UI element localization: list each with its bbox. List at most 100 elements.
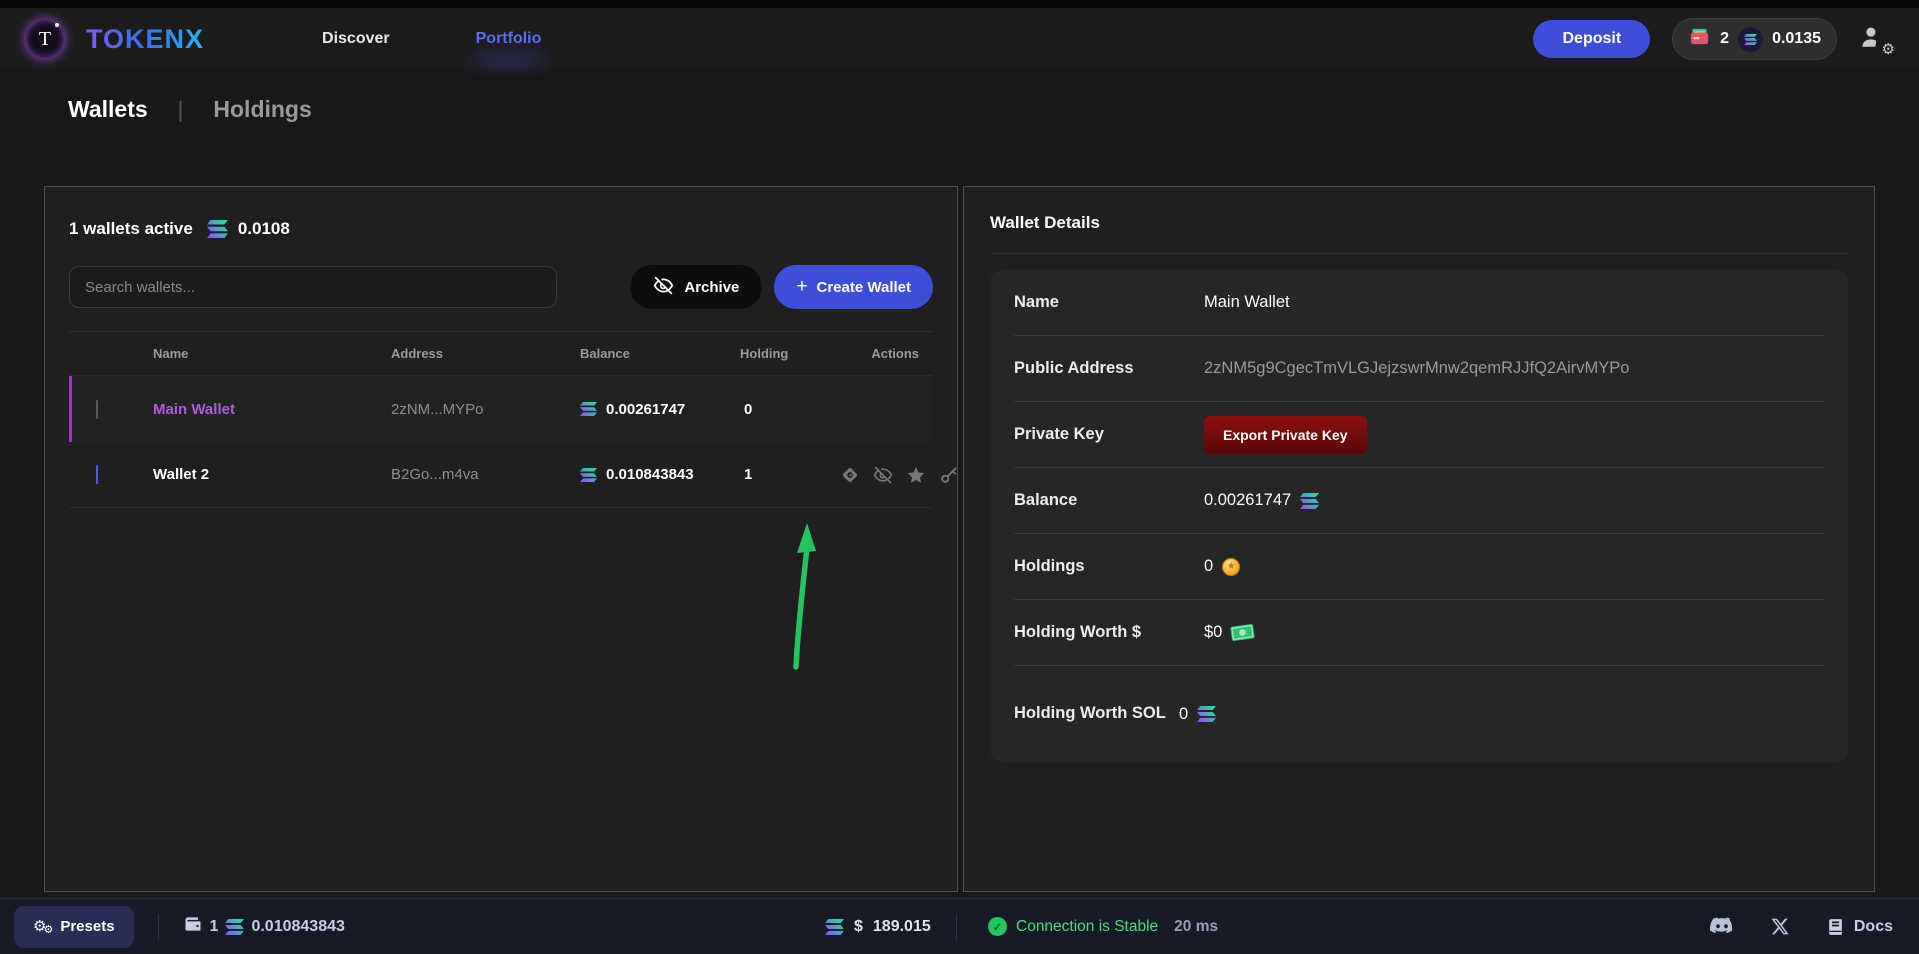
sol-icon xyxy=(1300,493,1319,509)
name-value: Main Wallet xyxy=(1204,293,1290,312)
wallet-details-panel: Wallet Details Name Main Wallet Public A… xyxy=(963,186,1875,892)
wallets-panel: 1 wallets active 0.0108 Archive + Create… xyxy=(44,186,958,892)
wallet-holding: 0 xyxy=(740,401,840,418)
app-logo[interactable]: T xyxy=(26,20,64,58)
nav-wallet-balance: 0.0135 xyxy=(1772,30,1821,48)
presets-button[interactable]: ⚙⚙ Presets xyxy=(14,906,134,948)
col-address: Address xyxy=(391,346,580,361)
create-wallet-button[interactable]: + Create Wallet xyxy=(774,265,933,309)
detail-row-public-address: Public Address 2zNM5g9CgecTmVLGJejzswrMn… xyxy=(1014,336,1824,402)
latency-value: 20 ms xyxy=(1174,918,1218,936)
export-key-icon[interactable] xyxy=(939,465,959,485)
holding-worth-usd-label: Holding Worth $ xyxy=(1014,620,1204,646)
plus-icon: + xyxy=(796,276,807,298)
tab-wallets[interactable]: Wallets xyxy=(68,96,148,123)
col-holding: Holding xyxy=(740,346,840,361)
wallet-table-header: Name Address Balance Holding Actions xyxy=(69,332,933,376)
logo-letter: T xyxy=(39,28,51,51)
connection-status: ✓ Connection is Stable 20 ms xyxy=(988,917,1218,936)
deposit-button[interactable]: Deposit xyxy=(1533,20,1650,58)
balance-label: Balance xyxy=(1014,488,1204,514)
divider xyxy=(158,914,159,940)
hide-eye-off-icon[interactable] xyxy=(873,465,893,485)
statusbar-wallet-balance: 0.010843843 xyxy=(251,918,344,936)
nav-tab-portfolio[interactable]: Portfolio xyxy=(476,30,542,48)
tab-holdings[interactable]: Holdings xyxy=(213,96,311,123)
wallet-icon xyxy=(183,914,203,939)
dollar-bill-icon xyxy=(1230,623,1255,641)
wallet-details-title: Wallet Details xyxy=(990,213,1848,233)
holding-worth-sol-value: 0 xyxy=(1179,705,1188,724)
row-actions xyxy=(840,465,973,485)
wallet-balance: 0.00261747 xyxy=(606,401,685,418)
coin-icon: ★ xyxy=(1222,558,1240,576)
row-checkbox[interactable] xyxy=(96,400,98,419)
account-settings-icon[interactable]: ⚙ xyxy=(1859,24,1893,54)
export-private-key-button[interactable]: Export Private Key xyxy=(1204,416,1367,454)
detail-row-balance: Balance 0.00261747 xyxy=(1014,468,1824,534)
detail-row-private-key: Private Key Export Private Key xyxy=(1014,402,1824,468)
statusbar-wallet-count: 1 xyxy=(210,918,219,936)
sol-icon xyxy=(825,919,844,935)
x-twitter-icon[interactable] xyxy=(1771,917,1790,936)
detail-row-name: Name Main Wallet xyxy=(1014,270,1824,336)
wallet-balance: 0.010843843 xyxy=(606,466,694,483)
table-row-main-wallet[interactable]: Main Wallet 2zNM...MYPo 0.00261747 0 xyxy=(69,376,933,442)
top-strip xyxy=(0,0,1919,8)
wallet-holding: 1 xyxy=(740,466,840,483)
gears-icon: ⚙⚙ xyxy=(33,917,50,936)
holdings-label: Holdings xyxy=(1014,554,1204,580)
wallet-address: B2Go...m4va xyxy=(391,466,580,483)
search-input[interactable] xyxy=(69,266,557,308)
social-links: Docs xyxy=(1709,917,1893,937)
archive-button[interactable]: Archive xyxy=(630,265,762,309)
col-name: Name xyxy=(153,346,391,361)
nav-tab-discover[interactable]: Discover xyxy=(322,30,390,48)
status-bar: ⚙⚙ Presets 1 0.010843843 $ 189.015 ✓ Con… xyxy=(0,898,1919,954)
detail-row-holdings: Holdings 0 ★ xyxy=(1014,534,1824,600)
holding-worth-sol-label: Holding Worth SOL xyxy=(1014,701,1179,727)
presets-label: Presets xyxy=(60,918,114,935)
discord-icon[interactable] xyxy=(1709,917,1735,936)
col-actions: Actions xyxy=(840,346,933,361)
sol-badge-icon xyxy=(1738,27,1763,52)
brand-title: TOKENX xyxy=(86,24,204,55)
wallet-name: Wallet 2 xyxy=(153,466,391,483)
public-address-value: 2zNM5g9CgecTmVLGJejzswrMnw2qemRJJfQ2Airv… xyxy=(1204,359,1629,378)
row-checkbox[interactable] xyxy=(96,465,98,484)
public-address-label: Public Address xyxy=(1014,356,1204,382)
docs-label: Docs xyxy=(1854,918,1893,936)
active-wallets-text: 1 wallets active xyxy=(69,219,193,239)
nav-wallet-count: 2 xyxy=(1720,30,1729,48)
gear-icon: ⚙ xyxy=(1882,40,1895,58)
wallet-address: 2zNM...MYPo xyxy=(391,401,580,418)
send-gem-icon[interactable] xyxy=(840,465,860,485)
col-balance: Balance xyxy=(580,346,740,361)
holding-worth-usd-value: $0 xyxy=(1204,623,1222,642)
active-wallets-balance: 0.0108 xyxy=(238,219,290,239)
statusbar-wallet-summary: 1 0.010843843 xyxy=(183,914,345,939)
sol-price: $ 189.015 xyxy=(825,918,931,936)
balance-value: 0.00261747 xyxy=(1204,491,1291,510)
sol-icon xyxy=(1197,706,1216,722)
top-nav: T TOKENX Discover Portfolio Deposit 2 0.… xyxy=(0,8,1919,70)
private-key-label: Private Key xyxy=(1014,422,1204,448)
divider xyxy=(990,253,1848,254)
favorite-star-icon[interactable] xyxy=(906,465,926,485)
annotation-arrow xyxy=(785,517,825,677)
name-label: Name xyxy=(1014,290,1204,316)
tab-separator: | xyxy=(178,97,184,123)
page-tabs: Wallets | Holdings xyxy=(0,70,1919,123)
archive-label: Archive xyxy=(684,279,739,296)
create-wallet-label: Create Wallet xyxy=(817,279,911,296)
table-row-wallet-2[interactable]: Wallet 2 B2Go...m4va 0.010843843 1 xyxy=(69,442,933,508)
wallet-balance-badge[interactable]: 2 0.0135 xyxy=(1672,18,1837,60)
book-icon xyxy=(1826,917,1845,937)
active-wallets-summary: 1 wallets active 0.0108 xyxy=(69,219,933,239)
divider xyxy=(956,914,957,940)
detail-row-holding-worth-usd: Holding Worth $ $0 xyxy=(1014,600,1824,666)
sol-icon xyxy=(225,919,244,935)
docs-link[interactable]: Docs xyxy=(1826,917,1893,937)
wallet-emoji-icon xyxy=(1688,25,1711,53)
sol-icon xyxy=(580,468,597,482)
